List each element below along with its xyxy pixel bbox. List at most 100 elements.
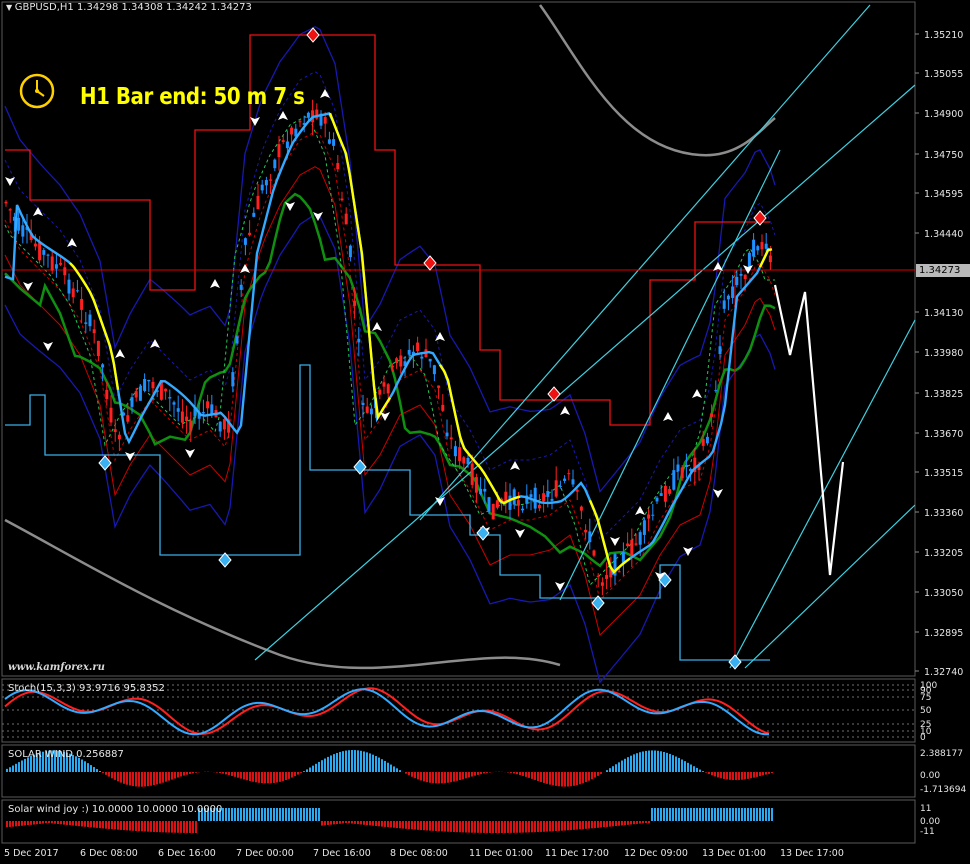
candle-body [273,159,277,169]
candle-body [563,478,567,481]
dropdown-triangle-icon[interactable]: ▼ [6,3,15,12]
solar-wind-bar-negative [153,772,155,786]
candle-body [206,401,210,409]
candle-body [672,470,676,490]
solar-wind-bar-negative [276,772,278,783]
candle-body [752,239,756,257]
gray-upper-curve [538,4,776,157]
solar-joy-bar-negative [9,821,11,827]
solar-joy-bar-positive [282,808,284,821]
fractal-up-arrow [115,349,125,358]
solar-wind-bar-negative [510,772,512,773]
solar-wind-bar-positive [345,750,347,772]
candle-body [357,338,361,343]
solar-joy-bar-negative [516,821,518,833]
solar-joy-bar-negative [450,821,452,832]
candle-body [483,488,487,492]
solar-wind-bar-negative [714,772,716,777]
solar-wind-bar-positive [99,771,101,772]
solar-joy-bar-negative [324,821,326,826]
solar-joy-bar-negative [60,821,62,825]
solar-wind-bar-negative [522,772,524,776]
solar-wind-bar-negative [288,772,290,779]
chart-canvas[interactable]: 1.35210 1.35055 1.34900 1.34750 1.34595 1.344… [0,0,970,864]
solar-wind-bar-negative [513,772,515,774]
candle-body [479,488,483,495]
candle-body [42,250,46,255]
solar-wind-bar-positive [309,767,311,772]
solar-joy-bar-negative [558,821,560,831]
solar-joy-bar-negative [336,821,338,825]
candle-body [537,504,541,509]
candle-body [264,180,268,186]
price-tick-label: 1.33670 [924,429,963,440]
solar-wind-bar-positive [606,770,608,772]
solar-wind-bar-positive [624,758,626,772]
solar-wind-bar-negative [405,772,407,774]
candle-body [105,389,109,399]
candle-body [327,139,331,144]
candle-body [256,195,260,210]
solar-joy-bar-negative [162,821,164,833]
time-tick-label: 8 Dec 08:00 [390,848,448,859]
solar-wind-bar-negative [471,772,473,777]
solar-joy-bar-negative [507,821,509,833]
solar-wind-bar-negative [240,772,242,779]
solar-joy-bar-positive [723,808,725,821]
candle-body [575,489,579,492]
solar-wind-bar-negative [282,772,284,781]
solar-joy-bar-negative [375,821,377,827]
candle-body [642,520,646,535]
solar-joy-bar-negative [126,821,128,831]
candle-body [369,408,373,415]
solar-joy-bar-positive [744,808,746,821]
candle-body [760,242,764,250]
candle-body [239,284,243,290]
solar-joy-bar-negative [189,821,191,833]
solar-joy-bar-positive [651,808,653,821]
solar-joy-bar-positive [690,808,692,821]
solar-joy-bar-negative [528,821,530,833]
solar-joy-bar-positive [255,808,257,821]
solar-joy-bar-negative [342,821,344,824]
solar-joy-bar-negative [441,821,443,832]
solar-joy-bar-negative [36,821,38,825]
fractal-down-arrow [285,202,295,211]
solar-wind-bar-positive [390,764,392,772]
candle-body [474,477,478,493]
solar-joy-bar-negative [51,821,53,824]
solar-wind-bar-negative [435,772,437,784]
stoch-level-label: 75 [920,693,931,703]
solar-joy-bar-negative [579,821,581,830]
candle-body [441,404,445,411]
solar-wind-bar-negative [750,772,752,779]
solar-joy-bar-negative [555,821,557,832]
solar-wind-bar-positive [339,751,341,772]
solar-wind-bar-negative [585,772,587,783]
solar-joy-bar-negative [132,821,134,831]
solar-joy-bar-negative [90,821,92,828]
solar-wind-bar-positive [681,759,683,772]
solar-wind-bar-negative [111,772,113,779]
solar-wind-bar-negative [756,772,758,777]
candle-body [676,464,680,472]
candle-body [126,415,130,422]
candle-body [298,121,302,123]
solar-wind-bar-positive [678,757,680,772]
solar-joy-bar-negative [477,821,479,833]
solar-joy-bar-positive [696,808,698,821]
solar-wind-bar-negative [156,772,158,785]
solar-wind-bar-negative [105,772,107,775]
solar-joy-bar-negative [171,821,173,833]
solar-joy-bar-negative [639,821,641,824]
solar-joy-bar-negative [438,821,440,832]
candle-body [348,245,352,258]
solar-wind-bar-negative [705,772,707,773]
solarwind-panel-border [1,744,916,798]
solar-wind-bar-negative [525,772,527,777]
solar-wind-bar-negative [537,772,539,781]
solar-wind-bar-positive [327,756,329,772]
fractal-up-arrow [150,339,160,348]
solar-wind-bar-negative [468,772,470,778]
candle-body [33,243,37,247]
